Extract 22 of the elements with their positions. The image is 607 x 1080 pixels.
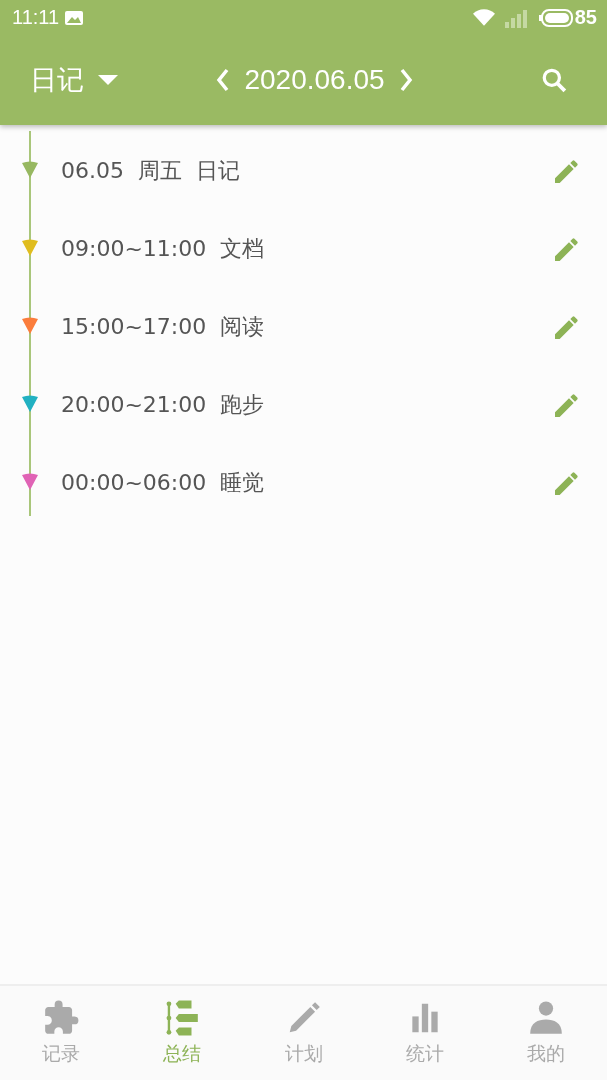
date-label: 2020.06.05 — [244, 64, 385, 96]
wifi-icon — [472, 9, 495, 26]
nav-tab[interactable]: 总结 — [121, 986, 243, 1080]
battery-level: 85 — [574, 6, 597, 29]
nav-tab[interactable]: 统计 — [364, 986, 486, 1080]
entry-text[interactable]: 09:00~11:00 文档 — [61, 234, 551, 264]
search-icon[interactable] — [541, 67, 567, 93]
next-icon[interactable] — [398, 68, 413, 92]
nav-tab[interactable]: 计划 — [242, 986, 365, 1080]
status-time: 11:11 — [12, 6, 60, 29]
entry-text[interactable]: 00:00~06:00 睡觉 — [61, 468, 551, 498]
signal-icon — [504, 7, 529, 28]
image-notification-icon — [65, 10, 84, 25]
previous-icon[interactable] — [216, 68, 231, 92]
entry-text[interactable]: 15:00~17:00 阅读 — [61, 312, 551, 342]
nav-tab[interactable]: 记录 — [0, 986, 122, 1080]
nav-tab[interactable]: 我的 — [485, 986, 607, 1080]
entry-text[interactable]: 06.05 周五 日记 — [61, 156, 551, 186]
category-dropdown[interactable]: 日记 — [30, 62, 118, 98]
battery-icon — [538, 8, 573, 27]
entry-text[interactable]: 20:00~21:00 跑步 — [61, 390, 551, 420]
caret-icon — [98, 75, 118, 85]
